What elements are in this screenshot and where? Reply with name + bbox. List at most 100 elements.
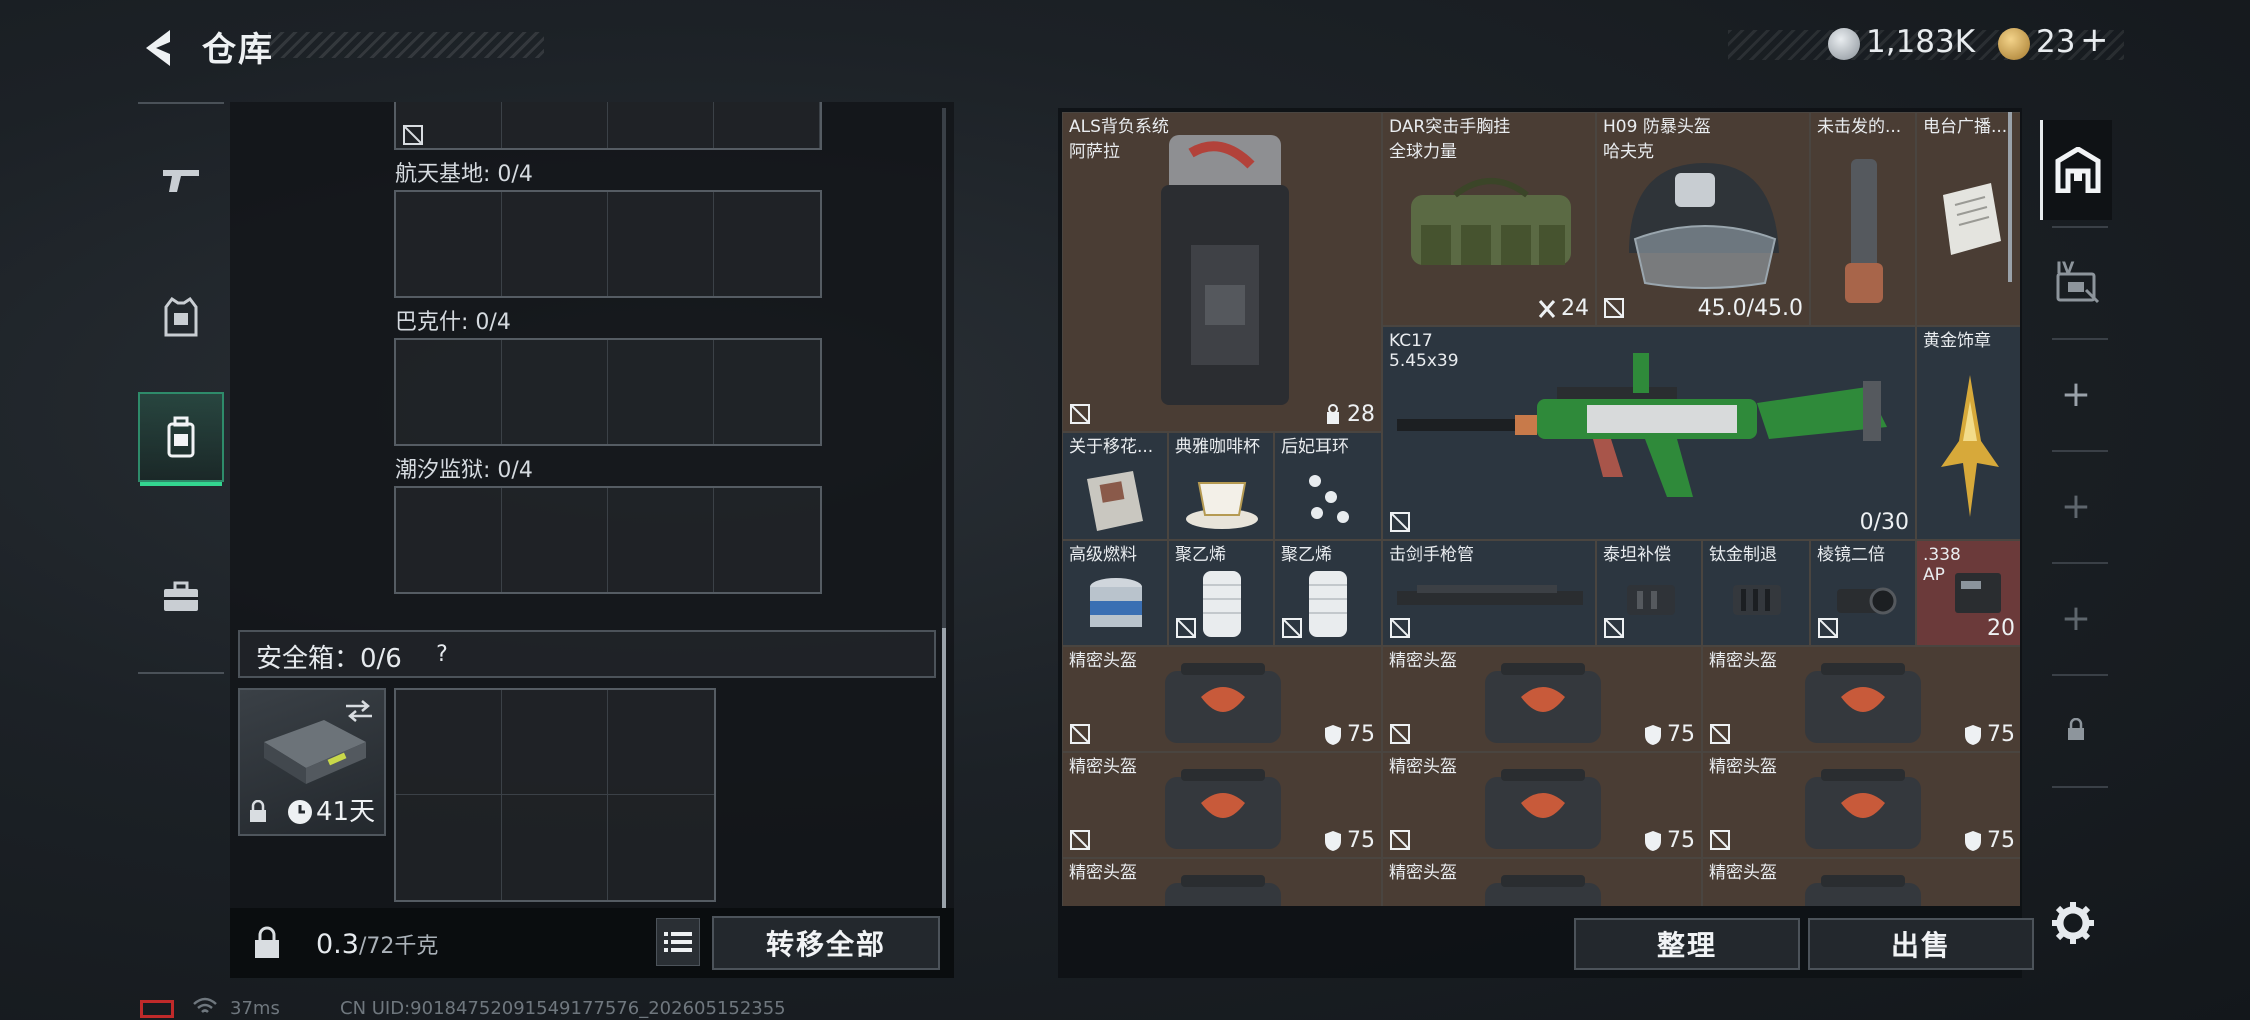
item-count: 45.0/45.0 bbox=[1697, 296, 1803, 321]
item-count: 75 bbox=[1323, 828, 1375, 853]
armor-icon bbox=[1965, 830, 1981, 851]
stash-item-precision-helmet[interactable]: 精密头盔 75 bbox=[1382, 646, 1702, 752]
barrel-image bbox=[1397, 585, 1583, 605]
stash-item-precision-helmet[interactable]: 精密头盔 bbox=[1702, 858, 2020, 906]
nav-backpack[interactable] bbox=[138, 392, 224, 486]
stash-item-precision-helmet[interactable]: 精密头盔 75 bbox=[1062, 752, 1382, 858]
lock-icon bbox=[2068, 718, 2084, 740]
stash-item-coffee-cup[interactable]: 典雅咖啡杯 bbox=[1168, 432, 1274, 540]
list-view-button[interactable] bbox=[656, 918, 700, 966]
stash-tab-main[interactable] bbox=[2040, 120, 2112, 220]
helmet-case-image bbox=[1805, 875, 1921, 906]
stash-item-precision-helmet[interactable]: 精密头盔 bbox=[1382, 858, 1702, 906]
no-drop-icon bbox=[1176, 618, 1196, 638]
nav-weapons[interactable] bbox=[138, 134, 224, 224]
page-title: 仓库 bbox=[202, 30, 274, 70]
item-count: 75 bbox=[1323, 722, 1375, 747]
swap-icon[interactable] bbox=[344, 698, 374, 724]
stash-item-intel[interactable]: 关于移花... bbox=[1062, 432, 1168, 540]
tab-roman-label: IV bbox=[2056, 258, 2075, 277]
document-image bbox=[1943, 183, 2001, 255]
stash-item-precision-helmet[interactable]: 精密头盔 75 bbox=[1382, 752, 1702, 858]
weight-lock-icon bbox=[255, 926, 279, 958]
stash-item-backpack[interactable]: ALS背负系统 阿萨拉 28 bbox=[1062, 112, 1382, 432]
stash-item-precision-helmet[interactable]: 精密头盔 75 bbox=[1702, 646, 2020, 752]
safebox-grid[interactable] bbox=[394, 688, 716, 902]
stash-item-earring[interactable]: 后妃耳环 bbox=[1274, 432, 1382, 540]
item-count: 28 bbox=[1323, 402, 1375, 427]
ticket-balance: 23 bbox=[2036, 24, 2076, 60]
no-drop-icon bbox=[1818, 618, 1838, 638]
backpack-scrollbar-thumb[interactable] bbox=[942, 628, 946, 908]
help-icon[interactable]: ? bbox=[428, 642, 456, 670]
safebox-container[interactable]: 41天 bbox=[238, 688, 386, 836]
no-drop-icon bbox=[1604, 618, 1624, 638]
stash-item-compensator[interactable]: 泰坦补偿 bbox=[1596, 540, 1702, 646]
polyethylene-roll-image bbox=[1203, 571, 1241, 637]
map-slot-grid[interactable] bbox=[394, 486, 822, 594]
item-count-value: 75 bbox=[1347, 722, 1375, 747]
stash-tab-4[interactable]: IV bbox=[2040, 232, 2112, 332]
transfer-all-button[interactable]: 转移全部 bbox=[712, 916, 940, 970]
add-tab-button[interactable]: + bbox=[2040, 568, 2112, 668]
add-tab-button[interactable]: + bbox=[2040, 344, 2112, 444]
map-slot-grid[interactable] bbox=[394, 190, 822, 298]
stash-icon bbox=[2055, 147, 2100, 193]
armor-icon bbox=[1325, 724, 1341, 745]
stash-item-ammo-338[interactable]: .338 AP 20 bbox=[1916, 540, 2020, 646]
intel-doc-image bbox=[1087, 471, 1143, 531]
ping-text: 37ms bbox=[230, 998, 280, 1019]
item-name: 关于移花... bbox=[1069, 437, 1154, 457]
stash-item-fuel[interactable]: 高级燃料 bbox=[1062, 540, 1168, 646]
sell-button[interactable]: 出售 bbox=[1808, 918, 2034, 970]
stash-item-helmet[interactable]: H09 防暴头盔 哈夫克 45.0/45.0 bbox=[1596, 112, 1810, 326]
item-name: 泰坦补偿 bbox=[1603, 545, 1671, 565]
stash-item-precision-helmet[interactable]: 精密头盔 75 bbox=[1062, 646, 1382, 752]
locked-tab[interactable] bbox=[2040, 680, 2112, 780]
item-name: 精密头盔 bbox=[1069, 863, 1137, 883]
item-count: 75 bbox=[1643, 828, 1695, 853]
weight-readout: 0.3/72千克 bbox=[316, 928, 438, 960]
settings-button[interactable] bbox=[2048, 898, 2098, 948]
helmet-case-image bbox=[1165, 769, 1281, 849]
coin-balance: 1,183K bbox=[1866, 24, 1976, 60]
item-name: 聚乙烯 bbox=[1175, 545, 1226, 565]
map-slot-label: 巴克什: 0/4 bbox=[395, 310, 511, 335]
item-name: 精密头盔 bbox=[1389, 651, 1457, 671]
ticket-add-button[interactable]: + bbox=[2080, 20, 2109, 60]
no-drop-icon bbox=[1710, 724, 1730, 744]
wifi-icon bbox=[192, 996, 218, 1018]
stash-item-precision-helmet[interactable]: 精密头盔 bbox=[1062, 858, 1382, 906]
sort-button[interactable]: 整理 bbox=[1574, 918, 1800, 970]
stash-item-rifle[interactable]: KC17 5.45x39 0/30 bbox=[1382, 326, 1916, 540]
stash-scrollbar-thumb[interactable] bbox=[2008, 112, 2012, 282]
ammo-box-image bbox=[1955, 573, 2001, 613]
item-name: 黄金饰章 bbox=[1923, 331, 1991, 351]
nav-case[interactable] bbox=[138, 552, 224, 642]
tab-divider bbox=[2052, 786, 2108, 788]
weight-lock-button[interactable] bbox=[236, 912, 298, 974]
item-name: 击剑手枪管 bbox=[1389, 545, 1474, 565]
map-slot-grid[interactable] bbox=[394, 338, 822, 446]
stash-item-precision-helmet[interactable]: 精密头盔 75 bbox=[1702, 752, 2020, 858]
helmet-case-image bbox=[1805, 663, 1921, 743]
item-subname: AP bbox=[1923, 565, 1945, 585]
nav-vest[interactable] bbox=[138, 272, 224, 362]
partial-slot-grid[interactable] bbox=[394, 102, 822, 150]
stash-item-gold-badge[interactable]: 黄金饰章 bbox=[1916, 326, 2020, 540]
stash-item-muzzle-brake[interactable]: 钛金制退 bbox=[1702, 540, 1810, 646]
stash-item-prism-scope[interactable]: 棱镜二倍 bbox=[1810, 540, 1916, 646]
stash-item-chest-rig[interactable]: DAR突击手胸挂 全球力量 24 bbox=[1382, 112, 1596, 326]
helmet-case-image bbox=[1165, 663, 1281, 743]
add-tab-button[interactable]: + bbox=[2040, 456, 2112, 556]
chest-rig-image bbox=[1411, 178, 1571, 265]
no-drop-icon bbox=[1070, 724, 1090, 744]
stash-item-pistol-barrel[interactable]: 击剑手枪管 bbox=[1382, 540, 1596, 646]
compensator-image bbox=[1627, 585, 1675, 615]
stash-item-radio-doc[interactable]: 电台广播... bbox=[1916, 112, 2020, 326]
back-button[interactable] bbox=[136, 24, 186, 72]
stash-item-polyethylene[interactable]: 聚乙烯 bbox=[1168, 540, 1274, 646]
item-name: 精密头盔 bbox=[1389, 863, 1457, 883]
stash-item-polyethylene[interactable]: 聚乙烯 bbox=[1274, 540, 1382, 646]
stash-item-unfired[interactable]: 未击发的... bbox=[1810, 112, 1916, 326]
